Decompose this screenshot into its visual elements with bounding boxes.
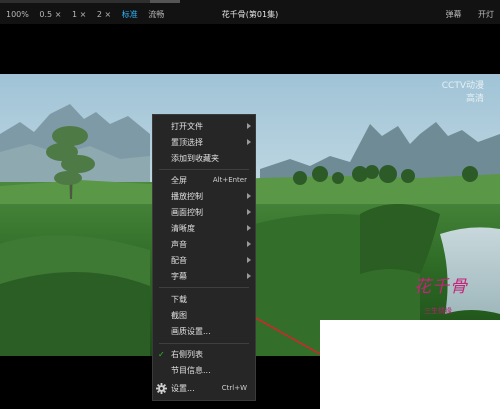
menu-item-download[interactable]: 下载 <box>153 292 255 307</box>
menu-label: 字幕 <box>171 272 187 281</box>
menu-label: 打开文件 <box>171 122 203 131</box>
tab-strip <box>0 0 180 3</box>
menu-item-subtitle[interactable]: 字幕 <box>153 269 255 284</box>
show-logo-title: 花千骨 <box>414 277 468 297</box>
menu-label: 添加到收藏夹 <box>171 154 219 163</box>
menu-label: 右侧列表 <box>171 350 203 359</box>
checkmark-icon: ✓ <box>158 350 165 359</box>
menu-item-picture-control[interactable]: 画面控制 <box>153 205 255 220</box>
menu-item-fullscreen[interactable]: 全屏 Alt+Enter <box>153 173 255 188</box>
submenu-arrow-icon <box>247 241 251 247</box>
submenu-arrow-icon <box>247 257 251 263</box>
submenu-arrow-icon <box>247 123 251 129</box>
submenu-arrow-icon <box>247 139 251 145</box>
menu-item-screenshot[interactable]: 截图 <box>153 308 255 323</box>
menu-label: 画面控制 <box>171 208 203 217</box>
menu-label: 截图 <box>171 311 187 320</box>
menu-label: 配音 <box>171 256 187 265</box>
menu-separator <box>159 343 249 344</box>
menu-label: 下载 <box>171 295 187 304</box>
menu-item-clarity[interactable]: 清晰度 <box>153 221 255 236</box>
gear-icon <box>156 383 167 394</box>
menu-separator <box>159 287 249 288</box>
menu-label: 置顶选择 <box>171 138 203 147</box>
menu-item-open-file[interactable]: 打开文件 <box>153 119 255 134</box>
channel-watermark: CCTV动漫 高清 <box>442 80 484 106</box>
menu-label: 画质设置... <box>171 327 211 336</box>
menu-label: 声音 <box>171 240 187 249</box>
menu-item-sound[interactable]: 声音 <box>153 237 255 252</box>
submenu-arrow-icon <box>247 273 251 279</box>
submenu-arrow-icon <box>247 225 251 231</box>
menu-label: 设置... <box>171 384 195 393</box>
menu-item-picture-settings[interactable]: 画质设置... <box>153 324 255 339</box>
menu-item-pin-top[interactable]: 置顶选择 <box>153 135 255 150</box>
menu-label: 节目信息... <box>171 366 211 375</box>
top-right-controls: 弹幕 开灯 <box>431 9 494 20</box>
player-top-bar: 100% 0.5 × 1 × 2 × 标准 流畅 花千骨(第01集) 弹幕 开灯 <box>0 0 500 24</box>
menu-label: 清晰度 <box>171 224 195 233</box>
menu-item-dubbing[interactable]: 配音 <box>153 253 255 268</box>
menu-item-right-list[interactable]: ✓ 右侧列表 <box>153 347 255 362</box>
lights-button[interactable]: 开灯 <box>478 10 494 19</box>
context-menu: 打开文件 置顶选择 添加到收藏夹 全屏 Alt+Enter 播放控制 画面控制 … <box>152 114 256 401</box>
menu-shortcut: Alt+Enter <box>212 176 247 184</box>
menu-item-program-info[interactable]: 节目信息... <box>153 363 255 378</box>
video-title: 花千骨(第01集) <box>221 10 279 19</box>
submenu-arrow-icon <box>247 193 251 199</box>
menu-separator <box>159 169 249 170</box>
danmu-button[interactable]: 弹幕 <box>445 10 461 19</box>
menu-label: 全屏 <box>171 176 187 185</box>
show-logo-subtitle: 三生情缘 <box>424 307 452 315</box>
menu-label: 播放控制 <box>171 192 203 201</box>
watermark-channel: CCTV动漫 <box>441 81 484 91</box>
menu-item-settings[interactable]: 设置... Ctrl+W <box>153 381 255 396</box>
watermark-hd: 高清 <box>465 94 484 104</box>
menu-item-playback-control[interactable]: 播放控制 <box>153 189 255 204</box>
menu-shortcut: Ctrl+W <box>221 384 247 392</box>
submenu-arrow-icon <box>247 209 251 215</box>
menu-item-add-favorite[interactable]: 添加到收藏夹 <box>153 151 255 166</box>
blank-overlay <box>320 320 500 409</box>
